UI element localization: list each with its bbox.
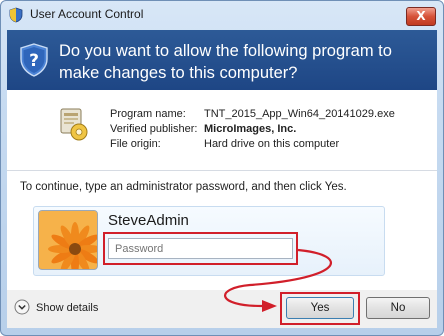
window-title: User Account Control bbox=[30, 7, 144, 21]
chevron-down-icon[interactable] bbox=[14, 299, 30, 315]
publisher-label: Verified publisher: bbox=[110, 123, 198, 135]
avatar bbox=[38, 210, 98, 270]
divider bbox=[7, 170, 437, 171]
question-shield-icon: ? bbox=[20, 43, 48, 77]
publisher-value: MicroImages, Inc. bbox=[204, 123, 297, 135]
header-banner: ? Do you want to allow the following pro… bbox=[7, 30, 437, 90]
program-name-row: Program name: TNT_2015_App_Win64_20141029… bbox=[110, 107, 395, 122]
file-origin-value: Hard drive on this computer bbox=[204, 138, 340, 150]
file-origin-label: File origin: bbox=[110, 138, 161, 150]
program-name-label: Program name: bbox=[110, 108, 186, 120]
title-bar: User Account Control X bbox=[0, 0, 444, 30]
program-info: Program name: TNT_2015_App_Win64_20141029… bbox=[110, 107, 395, 152]
yes-highlight-box bbox=[280, 292, 360, 325]
password-highlight-box bbox=[103, 232, 298, 265]
uac-shield-icon bbox=[9, 7, 23, 23]
svg-text:?: ? bbox=[29, 51, 39, 71]
flower-icon bbox=[39, 211, 97, 269]
no-button[interactable]: No bbox=[366, 297, 430, 319]
program-name-value: TNT_2015_App_Win64_20141029.exe bbox=[204, 108, 395, 120]
file-origin-row: File origin: Hard drive on this computer bbox=[110, 137, 395, 152]
password-prompt: To continue, type an administrator passw… bbox=[20, 181, 347, 193]
program-icon bbox=[60, 108, 88, 141]
header-question: Do you want to allow the following progr… bbox=[59, 42, 392, 82]
show-details-link[interactable]: Show details bbox=[36, 302, 98, 314]
publisher-row: Verified publisher: MicroImages, Inc. bbox=[110, 122, 395, 137]
close-button[interactable]: X bbox=[406, 7, 436, 26]
username: SteveAdmin bbox=[108, 212, 189, 229]
